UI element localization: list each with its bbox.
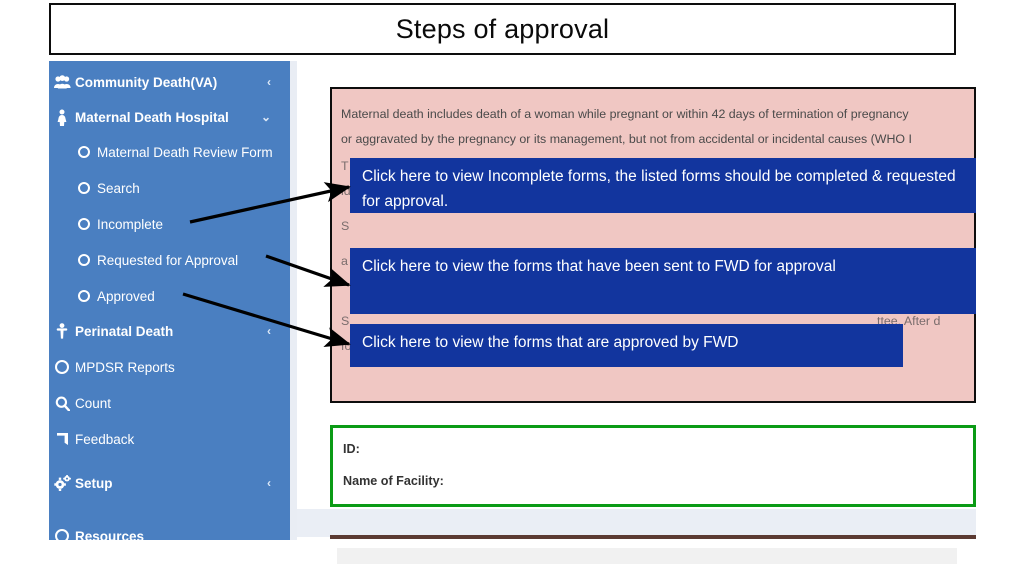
sidebar-item-requested-for-approval[interactable]: Requested for Approval: [49, 243, 297, 277]
users-icon: [49, 75, 75, 89]
circle-icon: [71, 290, 97, 302]
sidebar-item-setup[interactable]: Setup ‹: [49, 466, 297, 500]
sidebar-item-label: Feedback: [75, 431, 135, 447]
definition-line-1: Maternal death includes death of a woman…: [341, 107, 909, 121]
bookmark-icon: [49, 432, 75, 446]
sidebar-item-label: Perinatal Death: [75, 323, 174, 339]
sidebar-item-label: Maternal Death Review Form: [97, 144, 273, 160]
definition-line-5: S: [341, 219, 350, 233]
page-title: Steps of approval: [395, 13, 610, 44]
gears-icon: [49, 475, 75, 491]
sidebar-item-count[interactable]: Count: [49, 386, 297, 420]
sidebar-item-mpdsr-reports[interactable]: MPDSR Reports: [49, 350, 297, 384]
circle-icon: [49, 529, 75, 540]
sidebar-item-approved[interactable]: Approved: [49, 279, 297, 313]
circle-icon: [71, 182, 97, 194]
field-label-id: ID:: [343, 442, 360, 456]
sidebar-scrollbar[interactable]: [290, 61, 297, 540]
chevron-left-icon[interactable]: ‹: [267, 476, 271, 490]
search-icon: [49, 396, 75, 411]
sidebar-item-label: Incomplete: [97, 216, 164, 232]
callout-incomplete: Click here to view Incomplete forms, the…: [350, 158, 976, 213]
content-pane: Maternal death includes death of a woman…: [297, 61, 976, 576]
circle-icon: [49, 360, 75, 374]
circle-icon: [71, 254, 97, 266]
sidebar-item-search[interactable]: Search: [49, 171, 297, 205]
callout-requested-for-approval: Click here to view the forms that have b…: [350, 248, 976, 314]
sidebar-item-feedback[interactable]: Feedback: [49, 422, 297, 456]
definition-line-7: S: [341, 314, 350, 328]
sidebar-item-label: Count: [75, 395, 112, 411]
definition-line-6: a: [341, 254, 348, 268]
sidebar-item-label: Search: [97, 180, 140, 196]
sidebar: Community Death(VA) ‹ Maternal Death Hos…: [49, 61, 297, 540]
sidebar-item-label: Approved: [97, 288, 155, 304]
callout-approved: Click here to view the forms that are ap…: [350, 324, 903, 367]
sidebar-item-label: Resources: [75, 528, 145, 541]
female-icon: [49, 109, 75, 126]
sidebar-item-maternal-death-review-form[interactable]: Maternal Death Review Form: [49, 135, 297, 169]
sidebar-item-label: Community Death(VA): [75, 74, 218, 90]
slide-title-box: Steps of approval: [49, 3, 956, 55]
application-screenshot: Community Death(VA) ‹ Maternal Death Hos…: [49, 61, 976, 576]
chevron-left-icon[interactable]: ‹: [267, 324, 271, 338]
baby-icon: [49, 323, 75, 339]
sidebar-item-label: Requested for Approval: [97, 252, 239, 268]
definition-line-3: T: [341, 159, 349, 173]
sidebar-item-resources[interactable]: Resources: [49, 519, 297, 540]
sidebar-item-label: Setup: [75, 475, 113, 491]
field-label-name-of-facility: Name of Facility:: [343, 474, 444, 488]
slide-canvas: Steps of approval Community Death(VA) ‹ …: [0, 0, 1024, 576]
circle-icon: [71, 218, 97, 230]
sidebar-item-community-death-va[interactable]: Community Death(VA) ‹: [49, 65, 297, 99]
panel-gap: [297, 509, 976, 537]
sidebar-item-maternal-death-hospital[interactable]: Maternal Death Hospital ⌄: [49, 100, 297, 134]
section-divider: [330, 535, 976, 539]
form-header-panel: ID: Name of Facility:: [330, 425, 976, 507]
sidebar-item-incomplete[interactable]: Incomplete: [49, 207, 297, 241]
chevron-left-icon[interactable]: ‹: [267, 75, 271, 89]
sidebar-item-label: Maternal Death Hospital: [75, 109, 229, 125]
sidebar-item-perinatal-death[interactable]: Perinatal Death ‹: [49, 314, 297, 348]
chevron-down-icon[interactable]: ⌄: [261, 110, 271, 124]
circle-icon: [71, 146, 97, 158]
definition-line-2: or aggravated by the pregnancy or its ma…: [341, 132, 912, 146]
sidebar-item-label: MPDSR Reports: [75, 359, 175, 375]
obscured-text-row: [337, 548, 957, 564]
